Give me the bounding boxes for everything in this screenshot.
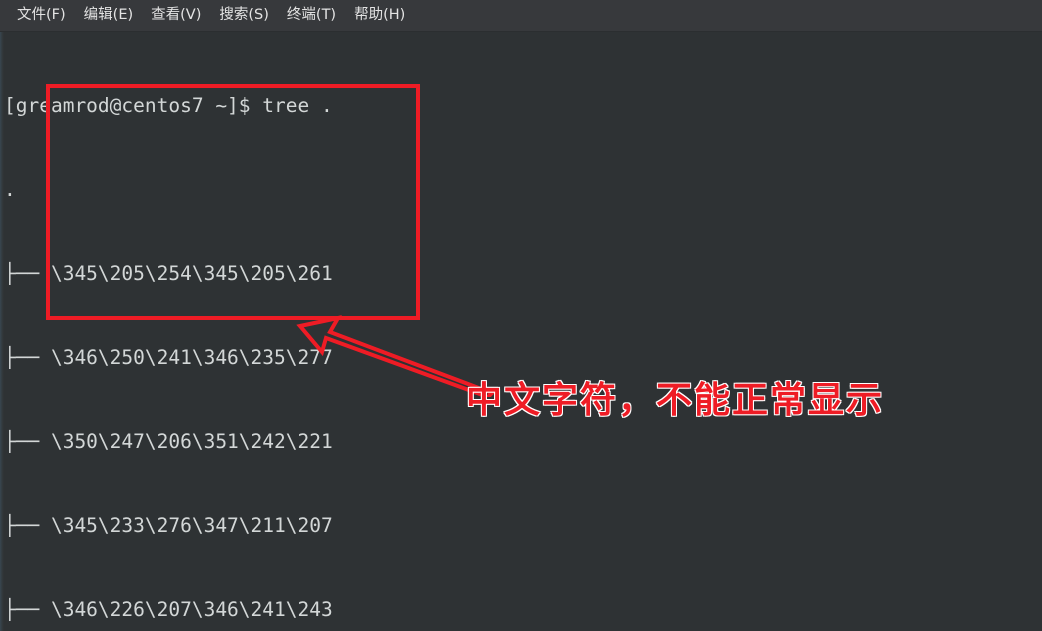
menu-bar: 文件(F) 编辑(E) 查看(V) 搜索(S) 终端(T) 帮助(H)	[0, 0, 1042, 32]
menu-item-edit[interactable]: 编辑(E)	[75, 4, 142, 28]
menu-item-file[interactable]: 文件(F)	[8, 4, 75, 28]
menu-item-help[interactable]: 帮助(H)	[345, 4, 414, 28]
terminal-window[interactable]: 文件(F) 编辑(E) 查看(V) 搜索(S) 终端(T) 帮助(H) [gre…	[0, 0, 1042, 631]
tree-root: .	[4, 178, 16, 201]
tree-entry-octal-4: ├── \345\233\276\347\211\207	[4, 514, 333, 537]
tree-entry-octal-2: ├── \346\250\241\346\235\277	[4, 346, 333, 369]
tree-entry-octal-5: ├── \346\226\207\346\241\243	[4, 598, 333, 621]
terminal-output[interactable]: [greamrod@centos7 ~]$ tree . . ├── \345\…	[0, 32, 1042, 631]
tree-entry-octal-3: ├── \350\247\206\351\242\221	[4, 430, 333, 453]
menu-item-terminal[interactable]: 终端(T)	[278, 4, 345, 28]
menu-item-view[interactable]: 查看(V)	[142, 4, 210, 28]
tree-entry-octal-1: ├── \345\205\254\345\205\261	[4, 262, 333, 285]
menu-item-search[interactable]: 搜索(S)	[210, 4, 278, 28]
command-line: [greamrod@centos7 ~]$ tree .	[4, 94, 333, 117]
